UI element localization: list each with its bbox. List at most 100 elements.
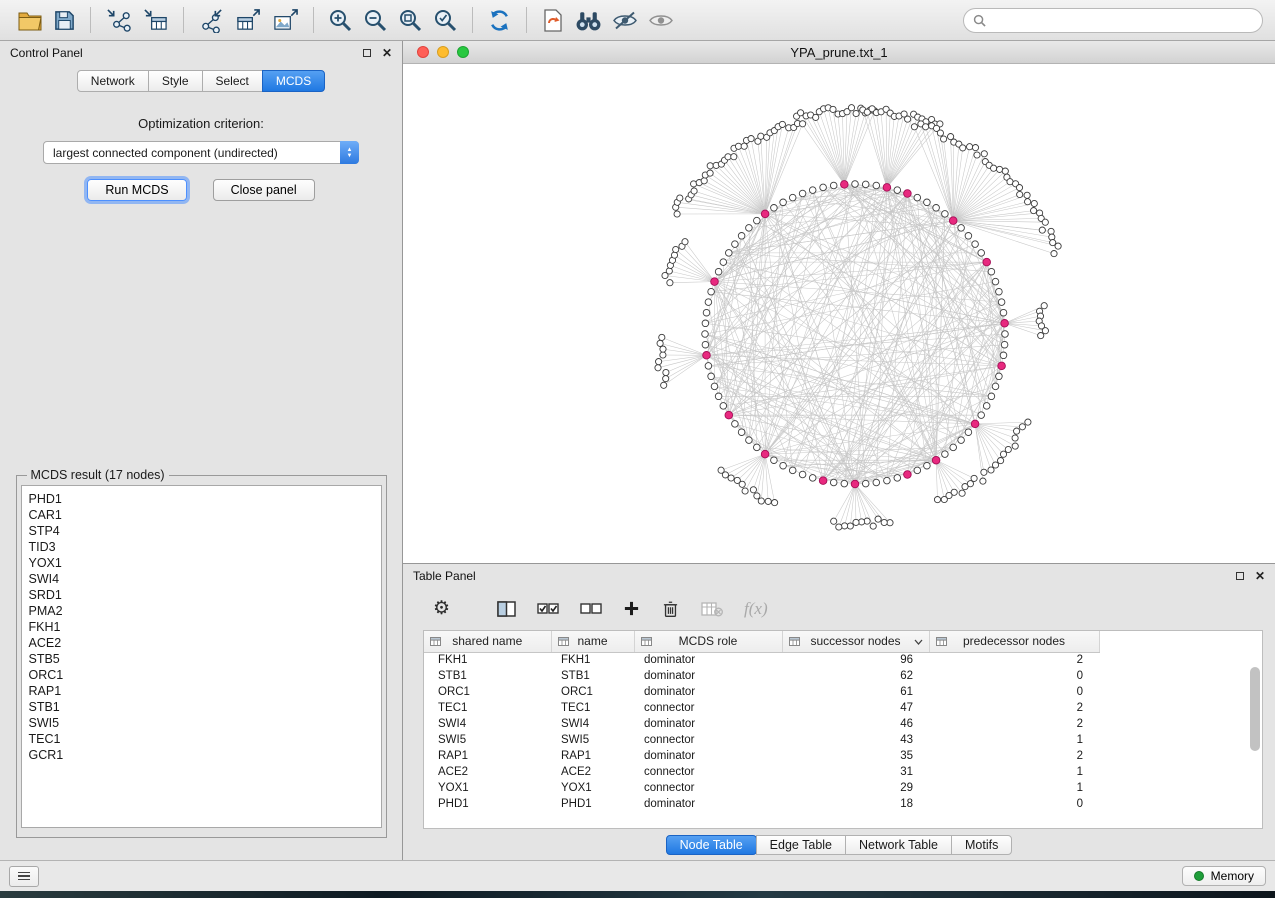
mcds-result-item[interactable]: TEC1	[29, 731, 374, 747]
mcds-result-list[interactable]: PHD1CAR1STP4TID3YOX1SWI4SRD1PMA2FKH1ACE2…	[21, 485, 382, 828]
mcds-result-item[interactable]: GCR1	[29, 747, 374, 763]
refresh-icon	[487, 8, 512, 33]
mcds-result-item[interactable]: TID3	[29, 539, 374, 555]
network-canvas[interactable]	[403, 64, 1275, 563]
column-header-mcds-role[interactable]: MCDS role	[634, 631, 782, 652]
table-row[interactable]: SWI5SWI5connector431	[424, 732, 1099, 748]
criterion-select[interactable]: largest connected component (undirected)…	[43, 141, 359, 164]
mcds-result-item[interactable]: CAR1	[29, 507, 374, 523]
hide-analysis-button[interactable]	[607, 7, 643, 34]
search-input[interactable]	[992, 13, 1253, 27]
table-cell: TEC1	[424, 700, 551, 716]
unselect-all-columns-button[interactable]	[578, 599, 604, 618]
mcds-result-item[interactable]: ORC1	[29, 667, 374, 683]
clear-table-button[interactable]	[699, 599, 725, 619]
search-network-button[interactable]	[570, 7, 607, 34]
column-type-icon	[789, 637, 800, 646]
mcds-result-item[interactable]: STP4	[29, 523, 374, 539]
tab-motifs[interactable]: Motifs	[951, 835, 1012, 855]
share-document-button[interactable]	[536, 6, 570, 35]
import-network-button[interactable]	[100, 6, 137, 35]
show-view-button[interactable]	[643, 7, 679, 34]
table-row[interactable]: STB1STB1dominator620	[424, 668, 1099, 684]
open-session-button[interactable]	[12, 7, 48, 34]
minimize-window-icon[interactable]	[437, 46, 449, 58]
run-mcds-button[interactable]: Run MCDS	[87, 179, 186, 201]
tab-style[interactable]: Style	[148, 70, 203, 92]
table-row[interactable]: YOX1YOX1connector291	[424, 780, 1099, 796]
tab-mcds[interactable]: MCDS	[262, 70, 325, 92]
select-stepper-icon: ▲ ▼	[340, 141, 359, 164]
export-image-icon	[272, 8, 299, 33]
mcds-result-item[interactable]: PHD1	[29, 491, 374, 507]
column-header-shared-name[interactable]: shared name	[424, 631, 551, 652]
table-cell: FKH1	[551, 652, 634, 668]
mcds-result-item[interactable]: PMA2	[29, 603, 374, 619]
task-history-button[interactable]	[9, 866, 39, 887]
window-controls	[417, 46, 469, 58]
table-row[interactable]: ACE2ACE2connector311	[424, 764, 1099, 780]
mcds-result-item[interactable]: SRD1	[29, 587, 374, 603]
zoom-out-icon	[363, 8, 388, 33]
table-cell: 1	[929, 732, 1099, 748]
toolbar-separator	[183, 7, 184, 33]
tab-node-table[interactable]: Node Table	[666, 835, 757, 855]
tab-network-table[interactable]: Network Table	[845, 835, 952, 855]
add-column-button[interactable]	[621, 598, 642, 619]
select-all-columns-button[interactable]	[535, 599, 561, 618]
close-window-icon[interactable]	[417, 46, 429, 58]
export-network-button[interactable]	[193, 6, 230, 35]
mcds-result-item[interactable]: SWI5	[29, 715, 374, 731]
function-builder-button[interactable]: f(x)	[742, 597, 770, 621]
table-scrollbar[interactable]	[1250, 655, 1260, 825]
float-table-panel-icon[interactable]	[1236, 572, 1244, 580]
zoom-out-button[interactable]	[358, 6, 393, 35]
import-table-icon	[142, 8, 169, 33]
save-session-button[interactable]	[48, 7, 81, 34]
close-table-panel-icon[interactable]: ✕	[1255, 570, 1265, 582]
zoom-selected-button[interactable]	[428, 6, 463, 35]
mcds-result-item[interactable]: SWI4	[29, 571, 374, 587]
table-row[interactable]: FKH1FKH1dominator962	[424, 652, 1099, 668]
float-panel-icon[interactable]	[363, 49, 371, 57]
mcds-result-item[interactable]: ACE2	[29, 635, 374, 651]
table-cell: connector	[634, 780, 782, 796]
zoom-in-button[interactable]	[323, 6, 358, 35]
column-header-successor-nodes[interactable]: successor nodes	[782, 631, 929, 652]
delete-column-button[interactable]	[659, 597, 682, 620]
mcds-result-item[interactable]: YOX1	[29, 555, 374, 571]
right-area: YPA_prune.txt_1 Table Panel ✕ ⚙	[403, 41, 1275, 860]
export-image-button[interactable]	[267, 6, 304, 35]
maximize-window-icon[interactable]	[457, 46, 469, 58]
tab-select[interactable]: Select	[202, 70, 263, 92]
table-row[interactable]: RAP1RAP1dominator352	[424, 748, 1099, 764]
table-row[interactable]: SWI4SWI4dominator462	[424, 716, 1099, 732]
column-type-icon	[430, 637, 441, 646]
table-settings-button[interactable]: ⚙	[431, 597, 452, 620]
zoom-fit-button[interactable]	[393, 6, 428, 35]
network-graph[interactable]	[403, 64, 1275, 563]
table-cell: 1	[929, 780, 1099, 796]
table-row[interactable]: TEC1TEC1connector472	[424, 700, 1099, 716]
table-row[interactable]: PHD1PHD1dominator180	[424, 796, 1099, 812]
column-header-predecessor-nodes[interactable]: predecessor nodes	[929, 631, 1099, 652]
refresh-button[interactable]	[482, 6, 517, 35]
mcds-result-item[interactable]: STB1	[29, 699, 374, 715]
export-table-button[interactable]	[230, 6, 267, 35]
import-table-button[interactable]	[137, 6, 174, 35]
unchecked-boxes-icon	[580, 601, 602, 616]
table-row[interactable]: ORC1ORC1dominator610	[424, 684, 1099, 700]
tab-edge-table[interactable]: Edge Table	[756, 835, 846, 855]
mcds-result-item[interactable]: STB5	[29, 651, 374, 667]
memory-status-icon	[1194, 871, 1204, 881]
mcds-result-item[interactable]: RAP1	[29, 683, 374, 699]
close-panel-button[interactable]: Close panel	[213, 179, 315, 201]
show-columns-button[interactable]	[495, 599, 518, 619]
close-panel-icon[interactable]: ✕	[382, 47, 392, 59]
memory-button[interactable]: Memory	[1182, 866, 1266, 886]
column-header-name[interactable]: name	[551, 631, 634, 652]
scrollbar-thumb[interactable]	[1250, 667, 1260, 751]
tab-network[interactable]: Network	[77, 70, 149, 92]
network-view-window: YPA_prune.txt_1	[403, 41, 1275, 564]
mcds-result-item[interactable]: FKH1	[29, 619, 374, 635]
